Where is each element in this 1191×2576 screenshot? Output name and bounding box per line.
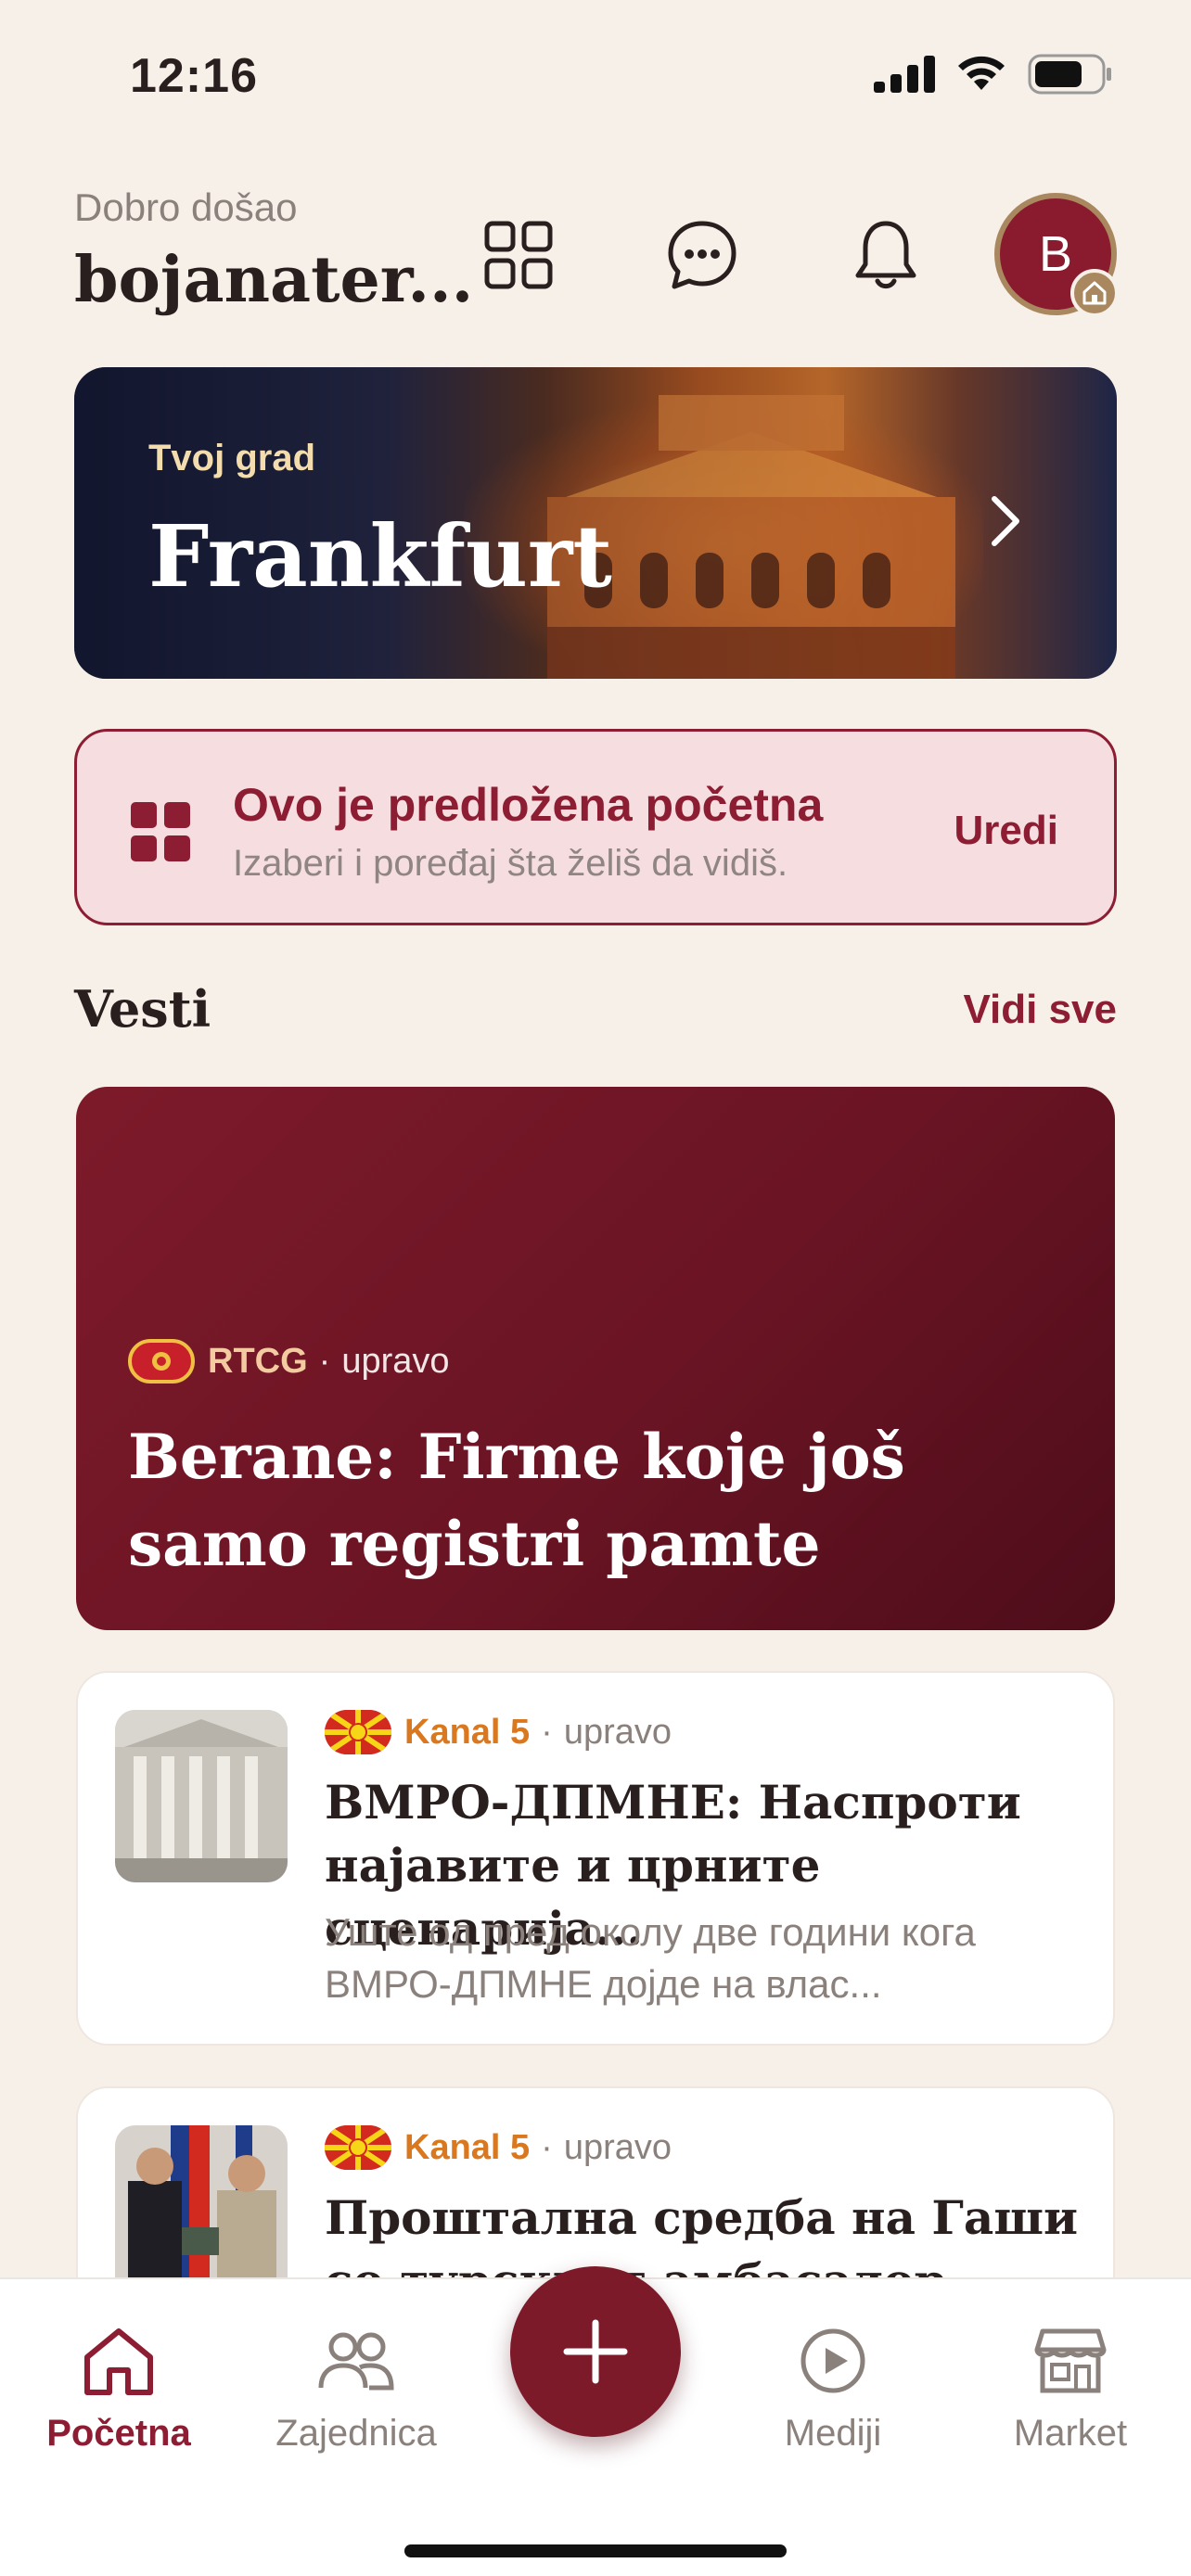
- meta-separator: ·: [318, 1341, 331, 1381]
- wifi-icon: [958, 56, 1005, 90]
- macedonia-flag-icon: [325, 1710, 391, 1754]
- news-list-item[interactable]: Kanal 5 · upravo ВМРО-ДПМНЕ: Наспроти на…: [76, 1671, 1115, 2046]
- news-meta: Kanal 5 · upravo: [325, 1710, 672, 1754]
- tab-label: Market: [1013, 2413, 1128, 2454]
- username: bojanater...: [74, 243, 474, 317]
- meta-separator: ·: [541, 2127, 553, 2167]
- home-badge-icon: [1082, 281, 1107, 305]
- tab-label: Zajednica: [275, 2413, 437, 2454]
- home-badge: [1070, 269, 1119, 317]
- news-time: upravo: [341, 1341, 450, 1381]
- edit-button[interactable]: Uredi: [954, 808, 1058, 854]
- featured-news-card[interactable]: RTCG · upravo Berane: Firme koje još sam…: [76, 1087, 1115, 1630]
- tab-market[interactable]: Market: [968, 2324, 1172, 2455]
- news-thumbnail: [115, 2125, 288, 2298]
- welcome-text: Dobro došao: [74, 185, 298, 229]
- city-label: Tvoj grad: [148, 438, 316, 478]
- featured-news-meta: RTCG · upravo: [128, 1339, 450, 1384]
- featured-news-headline: Berane: Firme koje još samo registri pam…: [128, 1421, 905, 1580]
- tab-mediji[interactable]: Mediji: [731, 2324, 935, 2455]
- avatar[interactable]: B: [994, 193, 1119, 317]
- city-banner[interactable]: Tvoj grad Frankfurt: [74, 367, 1117, 679]
- people-icon: [318, 2332, 394, 2391]
- create-post-button[interactable]: [510, 2266, 681, 2437]
- home-indicator: [404, 2544, 787, 2557]
- grid-icon: [484, 221, 553, 289]
- montenegro-flag-icon: [128, 1339, 195, 1384]
- suggestion-title: Ovo je predložena početna: [233, 779, 824, 831]
- avatar-initial: B: [1038, 226, 1073, 282]
- home-header: Dobro došao bojanater... B: [74, 176, 1119, 325]
- tab-label: Mediji: [784, 2413, 882, 2454]
- news-source: Kanal 5: [404, 1712, 531, 1752]
- news-thumbnail: [115, 1710, 288, 1882]
- news-source: RTCG: [208, 1341, 308, 1381]
- macedonia-flag-icon: [325, 2125, 391, 2170]
- news-section-title: Vesti: [74, 979, 211, 1039]
- news-source: Kanal 5: [404, 2127, 531, 2167]
- store-icon: [1034, 2328, 1107, 2393]
- status-bar: 12:16: [0, 0, 1191, 148]
- suggestion-subtitle: Izaberi i poređaj šta želiš da vidiš.: [233, 843, 788, 884]
- cellular-signal-icon: [874, 56, 935, 93]
- tab-label: Početna: [46, 2413, 191, 2454]
- news-time: upravo: [563, 2127, 672, 2167]
- tab-pocetna[interactable]: Početna: [17, 2324, 221, 2455]
- news-snippet: Уште од пред околу две години кога ВМРО-…: [325, 1910, 976, 2006]
- widgets-icon: [131, 802, 190, 861]
- home-icon: [84, 2328, 153, 2395]
- news-time: upravo: [563, 1712, 672, 1752]
- play-icon: [800, 2328, 865, 2393]
- bell-icon: [855, 221, 916, 289]
- see-all-news-link[interactable]: Vidi sve: [963, 987, 1117, 1033]
- news-meta: Kanal 5 · upravo: [325, 2125, 672, 2170]
- grid-button[interactable]: [477, 213, 560, 297]
- status-icons: [874, 54, 1113, 95]
- chat-bubble-icon: [668, 221, 736, 289]
- chevron-right-icon: [992, 496, 1019, 546]
- city-name: Frankfurt: [148, 506, 612, 606]
- suggested-home-notice: Ovo je predložena početna Izaberi i pore…: [74, 729, 1117, 925]
- plus-icon: [563, 2319, 628, 2384]
- messages-button[interactable]: [660, 213, 744, 297]
- battery-icon: [1028, 54, 1111, 95]
- meta-separator: ·: [541, 1712, 553, 1752]
- status-time: 12:16: [130, 49, 258, 103]
- tab-zajednica[interactable]: Zajednica: [254, 2324, 458, 2455]
- notifications-button[interactable]: [844, 213, 928, 297]
